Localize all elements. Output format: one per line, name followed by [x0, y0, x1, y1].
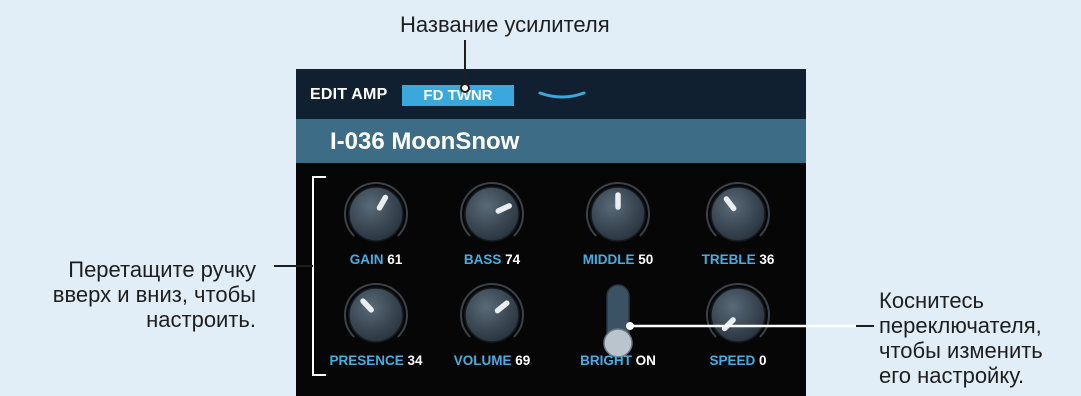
param-name: PRESENCE: [329, 353, 404, 368]
callout-drag-knob-line: Перетащите ручку: [68, 257, 256, 282]
param-label-volume: VOLUME 69: [422, 353, 562, 368]
chevron-down-icon[interactable]: [538, 89, 586, 107]
param-label-middle: MIDDLE 50: [548, 252, 688, 267]
callout-amp-name-text: Название усилителя: [400, 12, 610, 37]
callout-drag-knob-line: настроить.: [146, 307, 256, 332]
callout-amp-name: Название усилителя: [400, 12, 680, 37]
toggle-bright[interactable]: [600, 283, 636, 359]
callout-tap-switch-line: его настройку.: [879, 363, 1025, 388]
amp-name-button[interactable]: FD TWNR: [402, 85, 514, 106]
param-value: 61: [387, 252, 403, 267]
knob-bass[interactable]: [454, 178, 530, 250]
callout-tap-switch-line: чтобы изменить: [879, 338, 1043, 363]
callout-tap-switch: Коснитесь переключателя, чтобы изменить …: [879, 288, 1079, 388]
callout-drag-knob: Перетащите ручку вверх и вниз, чтобы нас…: [0, 257, 256, 332]
param-value: 69: [515, 353, 531, 368]
param-value: 34: [407, 353, 423, 368]
param-value: 74: [505, 252, 521, 267]
edit-amp-header: EDIT AMP FD TWNR: [296, 69, 806, 119]
knob-volume[interactable]: [454, 279, 530, 351]
param-value: 36: [759, 252, 775, 267]
param-value: 0: [759, 353, 767, 368]
param-label-treble: TREBLE 36: [668, 252, 806, 267]
param-name: SPEED: [709, 353, 756, 368]
callout-drag-knob-line: вверх и вниз, чтобы: [52, 282, 256, 307]
param-name: BRIGHT: [580, 353, 632, 368]
param-name: GAIN: [349, 252, 384, 267]
param-value: ON: [635, 353, 656, 368]
param-label-bright: BRIGHT ON: [548, 353, 688, 368]
param-label-speed: SPEED 0: [668, 353, 806, 368]
knob-presence[interactable]: [338, 279, 414, 351]
amp-edit-screen: EDIT AMP FD TWNR I-036 MoonSnow GAIN 61 B…: [296, 69, 806, 396]
patch-bar: I-036 MoonSnow: [296, 119, 806, 163]
param-name: BASS: [463, 252, 502, 267]
edit-amp-label: EDIT AMP: [310, 86, 388, 103]
param-label-bass: BASS 74: [422, 252, 562, 267]
param-value: 50: [638, 252, 654, 267]
patch-name: I-036 MoonSnow: [330, 128, 520, 155]
knob-treble[interactable]: [700, 178, 776, 250]
knob-middle[interactable]: [580, 178, 656, 250]
knob-speed[interactable]: [700, 279, 776, 351]
callout-tap-switch-line: Коснитесь: [879, 288, 985, 313]
param-name: TREBLE: [701, 252, 756, 267]
param-name: VOLUME: [453, 353, 512, 368]
knob-gain[interactable]: [338, 178, 414, 250]
param-name: MIDDLE: [582, 252, 635, 267]
callout-tap-switch-line: переключателя,: [879, 313, 1042, 338]
